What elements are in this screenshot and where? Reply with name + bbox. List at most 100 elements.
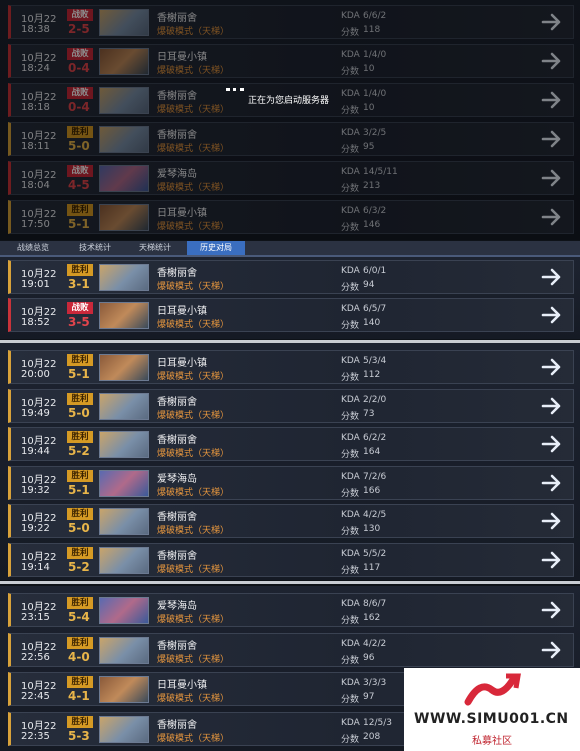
kda-label: KDA <box>341 548 360 559</box>
result-badge: 胜利 <box>67 264 93 276</box>
kda-label: KDA <box>341 471 360 482</box>
match-time: 19:32 <box>21 484 50 496</box>
match-date: 10月22 <box>21 170 57 181</box>
kda-value: 1/4/0 <box>363 50 387 60</box>
score-value: 94 <box>363 280 375 290</box>
result-badge: 胜利 <box>67 636 93 649</box>
map-thumbnail <box>99 392 149 420</box>
score-label: 分数 <box>341 145 360 155</box>
map-name: 香榭丽舍 <box>157 13 197 24</box>
score-label: 分数 <box>341 67 360 77</box>
match-date: 10月22 <box>21 681 57 692</box>
result-badge: 胜利 <box>67 469 93 482</box>
score-value: 97 <box>363 692 375 702</box>
score-value: 10 <box>363 103 375 113</box>
arrow-right-icon[interactable] <box>541 268 563 286</box>
tab-ladder-stats[interactable]: 天梯统计 <box>128 241 182 255</box>
match-row[interactable]: 10月22 20:00 胜利 5-1 日耳曼小镇 爆破模式（天梯） KDA 5/3/4 分数 11… <box>8 350 574 384</box>
kda-label: KDA <box>341 433 360 443</box>
match-time: 19:14 <box>21 561 50 573</box>
arrow-right-icon[interactable] <box>541 551 563 569</box>
match-row[interactable]: 10月22 22:56 胜利 4-0 香榭丽舍 爆破模式（天梯） KDA 4/2/2 分数 96 <box>8 632 574 667</box>
round-score: 3-5 <box>68 315 90 329</box>
kda-label: KDA <box>341 128 360 138</box>
match-time: 22:35 <box>21 730 50 742</box>
map-thumbnail <box>99 9 149 36</box>
match-date: 10月22 <box>21 436 57 447</box>
arrow-right-icon[interactable] <box>541 601 563 619</box>
arrow-right-icon[interactable] <box>541 91 563 109</box>
arrow-right-icon[interactable] <box>541 52 563 70</box>
map-thumbnail <box>99 354 149 381</box>
arrow-right-icon[interactable] <box>541 169 563 187</box>
result-badge: 胜利 <box>67 431 93 443</box>
result-badge: 战败 <box>67 87 93 99</box>
arrow-right-icon[interactable] <box>541 130 563 148</box>
score-value: 10 <box>363 64 375 74</box>
round-score: 3-1 <box>68 277 90 291</box>
round-score: 4-0 <box>68 649 90 664</box>
match-row[interactable]: 10月22 19:14 胜利 5-2 香榭丽舍 爆破模式（天梯） KDA 5/5/2 分数 117 <box>8 542 574 577</box>
match-row[interactable]: 10月22 19:32 胜利 5-1 爱琴海岛 爆破模式（天梯） KDA 7/2/6 分数 166 <box>8 465 574 500</box>
match-row[interactable]: 10月22 23:15 胜利 5-4 爱琴海岛 爆破模式（天梯） KDA 8/6/7 分数 162 <box>8 593 574 627</box>
match-time: 22:45 <box>21 691 50 702</box>
match-row[interactable]: 10月22 19:49 胜利 5-0 香榭丽舍 爆破模式（天梯） KDA 2/2/0 分数 73 <box>8 388 574 423</box>
match-row[interactable]: 10月22 19:22 胜利 5-0 香榭丽舍 爆破模式（天梯） KDA 4/2/5 分数 130 <box>8 504 574 538</box>
game-mode: 爆破模式（天梯） <box>157 282 230 292</box>
match-time: 18:18 <box>21 102 50 113</box>
score-value: 140 <box>363 318 381 328</box>
match-row[interactable]: 10月22 18:24 战败 0-4 日耳曼小镇 爆破模式（天梯） KDA 1/4/0 分数 10 <box>8 44 574 78</box>
match-date: 10月22 <box>21 14 57 25</box>
tab-history[interactable]: 历史对局 <box>187 241 245 255</box>
round-score: 5-2 <box>68 444 90 458</box>
arrow-right-icon[interactable] <box>541 397 563 415</box>
arrow-right-icon[interactable] <box>541 13 563 31</box>
game-mode: 爆破模式（天梯） <box>157 733 230 744</box>
arrow-right-icon[interactable] <box>541 512 563 530</box>
match-row[interactable]: 10月22 18:11 胜利 5-0 香榭丽舍 爆破模式（天梯） KDA 3/2/5 分数 95 <box>8 122 574 156</box>
watermark-url: WWW.SIMU001.CN <box>414 711 569 727</box>
kda-value: 14/5/11 <box>363 167 398 177</box>
game-mode: 爆破模式（天梯） <box>157 654 230 665</box>
game-mode: 爆破模式（天梯） <box>157 449 230 459</box>
match-row[interactable]: 10月22 18:04 战败 4-5 爱琴海岛 爆破模式（天梯） KDA 14/5/11 分数 2… <box>8 161 574 195</box>
map-thumbnail <box>99 469 149 497</box>
kda-label: KDA <box>341 510 360 520</box>
match-panel-3: 10月22 20:00 胜利 5-1 日耳曼小镇 爆破模式（天梯） KDA 5/3/4 分数 11… <box>0 343 580 580</box>
kda-value: 6/6/2 <box>363 11 387 21</box>
match-row[interactable]: 10月22 18:52 战败 3-5 日耳曼小镇 爆破模式（天梯） KDA 6/5/7 分数 14… <box>8 298 574 332</box>
result-badge: 胜利 <box>67 126 93 138</box>
arrow-right-icon[interactable] <box>541 435 563 453</box>
match-row[interactable]: 10月22 17:50 胜利 5-1 日耳曼小镇 爆破模式（天梯） KDA 6/3/2 分数 14… <box>8 200 574 234</box>
map-name: 爱琴海岛 <box>157 169 197 180</box>
match-time: 19:22 <box>21 523 50 534</box>
arrow-right-icon[interactable] <box>541 306 563 324</box>
tab-tech-stats[interactable]: 技术统计 <box>66 241 124 255</box>
match-date: 10月22 <box>21 92 57 103</box>
match-row[interactable]: 10月22 18:38 战败 2-5 香榭丽舍 爆破模式（天梯） KDA 6/6/2 分数 118 <box>8 5 574 39</box>
score-value: 164 <box>363 447 381 457</box>
score-value: 162 <box>363 613 381 623</box>
tab-overview[interactable]: 战绩总览 <box>6 241 60 255</box>
match-row[interactable]: 10月22 19:01 胜利 3-1 香榭丽舍 爆破模式（天梯） KDA 6/0/1 分数 94 <box>8 260 574 294</box>
map-name: 香榭丽舍 <box>157 512 197 523</box>
match-panel-1: 10月22 18:38 战败 2-5 香榭丽舍 爆破模式（天梯） KDA 6/6/2 分数 118… <box>0 0 580 240</box>
map-name: 爱琴海岛 <box>157 473 197 485</box>
map-name: 日耳曼小镇 <box>157 208 207 219</box>
map-thumbnail <box>99 508 149 535</box>
score-label: 分数 <box>341 373 360 383</box>
map-thumbnail <box>99 204 149 231</box>
arrow-right-icon[interactable] <box>541 641 563 659</box>
score-label: 分数 <box>341 616 360 626</box>
map-thumbnail <box>99 715 149 743</box>
result-badge: 战败 <box>67 165 93 177</box>
arrow-right-icon[interactable] <box>541 208 563 226</box>
map-name: 日耳曼小镇 <box>157 680 207 691</box>
match-row[interactable]: 10月22 19:44 胜利 5-2 香榭丽舍 爆破模式（天梯） KDA 6/2/2 分数 164 <box>8 427 574 461</box>
round-score: 5-2 <box>68 559 90 574</box>
kda-value: 6/0/1 <box>363 266 387 276</box>
score-label: 分数 <box>341 655 360 666</box>
arrow-right-icon[interactable] <box>541 358 563 376</box>
arrow-right-icon[interactable] <box>541 474 563 492</box>
kda-value: 1/4/0 <box>363 89 387 99</box>
